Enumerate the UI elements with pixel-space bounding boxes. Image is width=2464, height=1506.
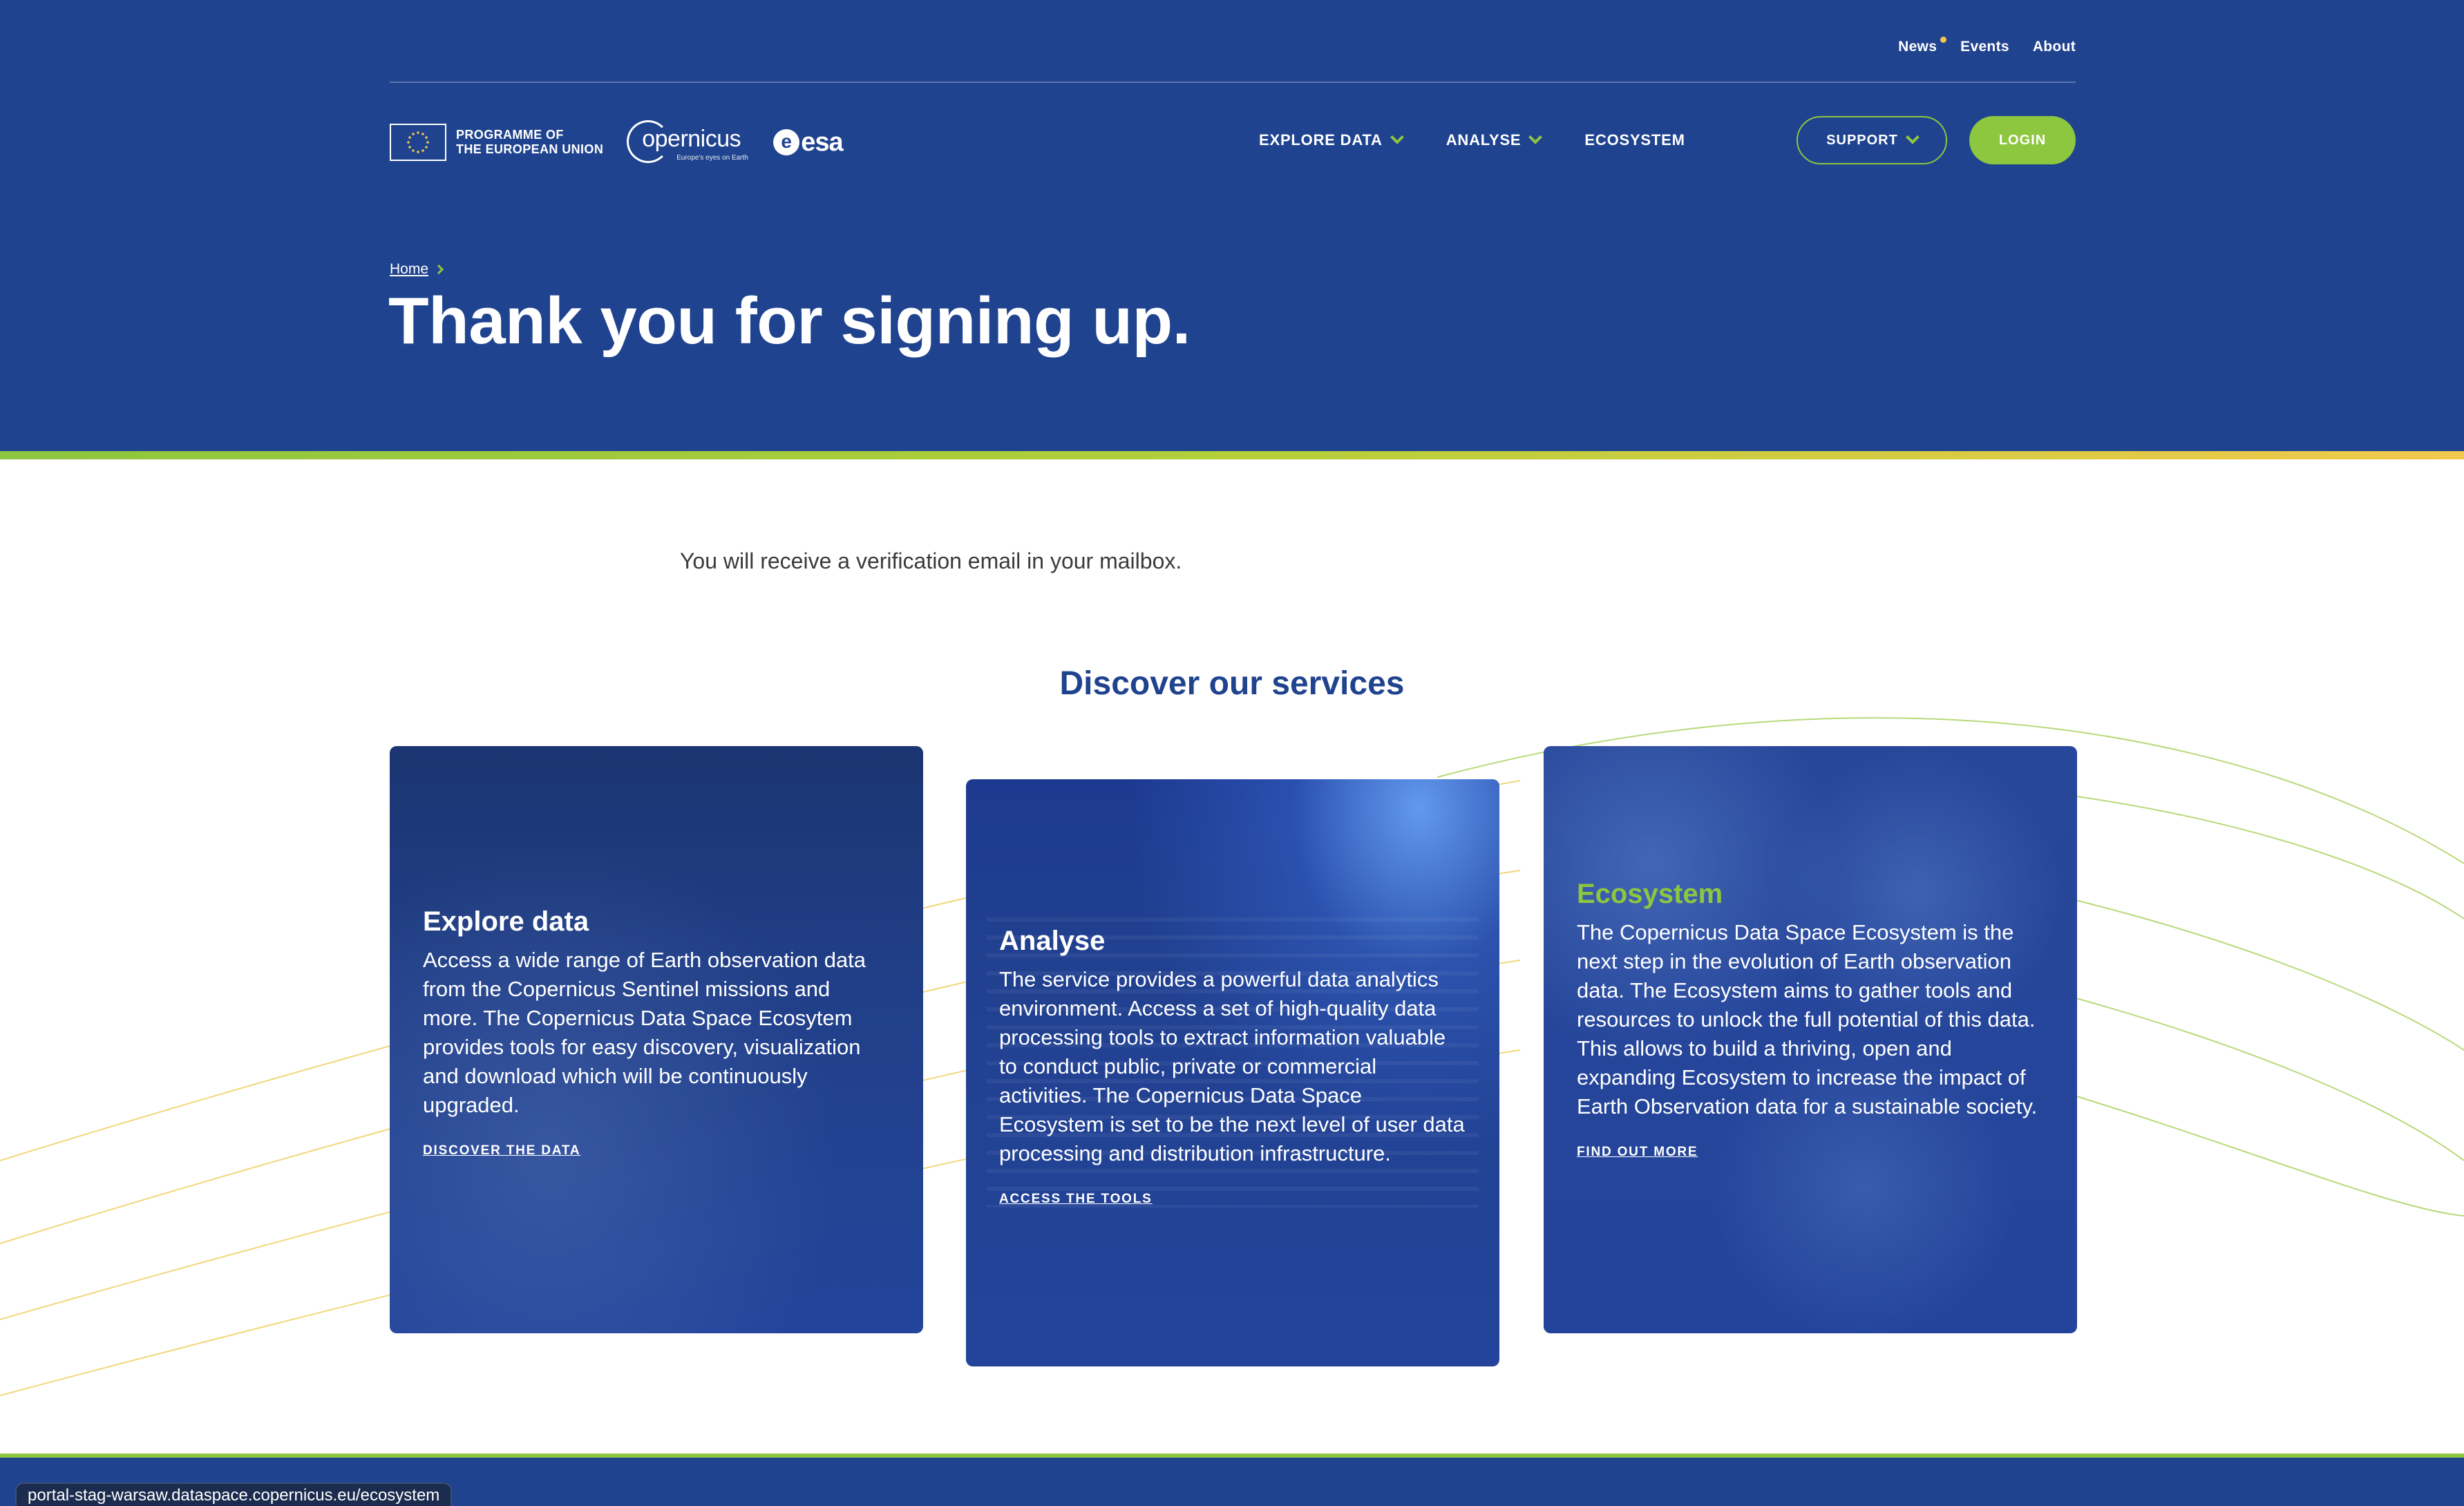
card-title: Ecosystem	[1577, 879, 1723, 909]
card-description: The service provides a powerful data ana…	[999, 967, 1465, 1165]
card-content: Ecosystem The Copernicus Data Space Ecos…	[1577, 879, 2044, 1160]
service-card-analyse[interactable]: Analyse The service provides a powerful …	[966, 779, 1499, 1366]
find-out-more-link[interactable]: FIND OUT MORE	[1577, 1145, 1698, 1160]
services-section-title: Discover our services	[1059, 665, 1405, 702]
discover-data-link[interactable]: DISCOVER THE DATA	[423, 1143, 580, 1159]
verification-message: You will receive a verification email in…	[680, 549, 1182, 573]
card-content: Analyse The service provides a powerful …	[999, 926, 1466, 1207]
service-card-ecosystem[interactable]: Ecosystem The Copernicus Data Space Ecos…	[1544, 746, 2077, 1333]
browser-status-url: portal-stag-warsaw.dataspace.copernicus.…	[15, 1483, 453, 1506]
card-content: Explore data Access a wide range of Eart…	[423, 906, 890, 1159]
card-title: Analyse	[999, 926, 1106, 956]
card-description: The Copernicus Data Space Ecosystem is t…	[1577, 920, 2038, 1118]
card-description: Access a wide range of Earth observation…	[423, 948, 866, 1117]
card-title: Explore data	[423, 906, 589, 937]
access-tools-link[interactable]: ACCESS THE TOOLS	[999, 1192, 1153, 1207]
service-card-explore-data[interactable]: Explore data Access a wide range of Eart…	[390, 746, 923, 1333]
